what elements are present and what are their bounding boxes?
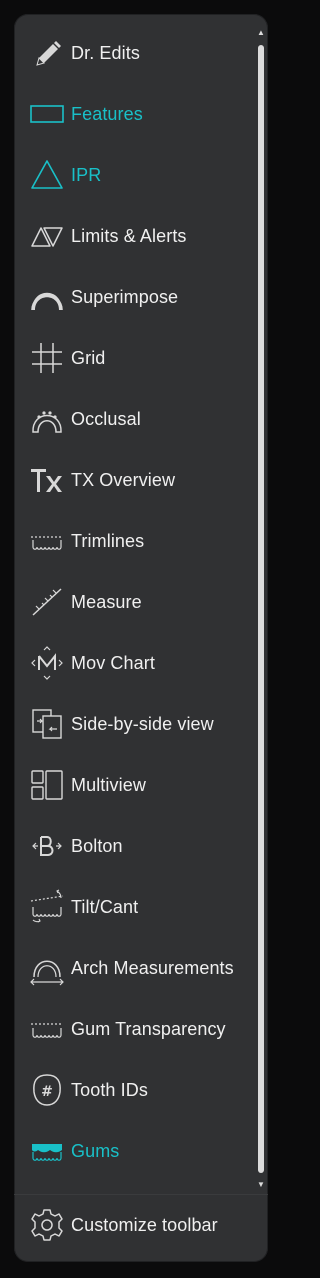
multiview-icon	[30, 767, 64, 803]
triangle-icon	[30, 157, 64, 193]
menu-item-arch-measurements[interactable]: Arch Measurements	[14, 940, 258, 996]
pencil-icon	[30, 35, 64, 71]
gum-transparency-icon	[30, 1011, 64, 1047]
menu-item-ipr[interactable]: IPR	[14, 147, 258, 203]
menu-item-limits-alerts[interactable]: Limits & Alerts	[14, 208, 258, 264]
limits-alerts-icon	[30, 218, 64, 254]
mov-chart-icon	[30, 645, 64, 681]
menu-item-label: Mov Chart	[71, 653, 155, 673]
svg-text:#: #	[41, 1084, 53, 1100]
side-by-side-icon	[30, 706, 64, 742]
ruler-icon	[30, 584, 64, 620]
menu-item-superimpose[interactable]: Superimpose	[14, 269, 258, 325]
menu-item-tilt-cant[interactable]: Tilt/Cant	[14, 879, 258, 935]
tooth-id-icon: #	[30, 1072, 64, 1108]
menu-item-tx-overview[interactable]: TX Overview	[14, 452, 258, 508]
menu-item-dr-edits[interactable]: Dr. Edits	[14, 25, 258, 81]
bolton-icon	[30, 828, 64, 864]
gums-icon	[30, 1133, 64, 1169]
rectangle-icon	[30, 96, 64, 132]
menu-item-label: Trimlines	[71, 531, 145, 551]
menu-scrollbar[interactable]: ▲ ▼	[257, 29, 265, 1189]
customize-toolbar-button[interactable]: Customize toolbar	[14, 1197, 268, 1251]
menu-item-label: IPR	[71, 165, 102, 185]
scroll-up-arrow-icon[interactable]: ▲	[257, 29, 265, 37]
scroll-thumb[interactable]	[258, 45, 264, 1173]
menu-item-label: Limits & Alerts	[71, 226, 187, 246]
menu-item-label: Grid	[71, 348, 106, 368]
menu-item-label: Tooth IDs	[71, 1080, 148, 1100]
superimpose-icon	[30, 279, 64, 315]
gear-icon	[30, 1207, 64, 1243]
tilt-cant-icon	[30, 889, 64, 925]
menu-item-occlusal[interactable]: Occlusal	[14, 391, 258, 447]
toolbar-panel: Dr. Edits Features IPR Limits & Alerts S…	[14, 14, 268, 1262]
menu-item-gum-transparency[interactable]: Gum Transparency	[14, 1001, 258, 1057]
grid-icon	[30, 340, 64, 376]
menu-item-trimlines[interactable]: Trimlines	[14, 513, 258, 569]
menu-item-label: Gums	[71, 1141, 120, 1161]
tx-overview-icon	[30, 462, 64, 498]
menu-item-grid[interactable]: Grid	[14, 330, 258, 386]
arch-measurements-icon	[30, 950, 64, 986]
scroll-down-arrow-icon[interactable]: ▼	[257, 1181, 265, 1189]
menu-item-bolton[interactable]: Bolton	[14, 818, 258, 874]
menu-item-label: Multiview	[71, 775, 146, 795]
menu-item-label: Arch Measurements	[71, 958, 234, 978]
occlusal-icon	[30, 401, 64, 437]
menu-item-multiview[interactable]: Multiview	[14, 757, 258, 813]
trimlines-icon	[30, 523, 64, 559]
menu-item-side-by-side-view[interactable]: Side-by-side view	[14, 696, 258, 752]
menu-item-label: Superimpose	[71, 287, 179, 307]
menu-item-label: Gum Transparency	[71, 1019, 226, 1039]
menu-item-label: Bolton	[71, 836, 123, 856]
menu-item-measure[interactable]: Measure	[14, 574, 258, 630]
menu-item-gums[interactable]: Gums	[14, 1123, 258, 1179]
menu-item-label: Features	[71, 104, 143, 124]
menu-item-features[interactable]: Features	[14, 86, 258, 142]
footer-divider	[14, 1194, 268, 1195]
menu-item-label: Measure	[71, 592, 142, 612]
menu-item-label: Side-by-side view	[71, 714, 214, 734]
menu-item-label: Tilt/Cant	[71, 897, 139, 917]
menu-item-tooth-ids[interactable]: # Tooth IDs	[14, 1062, 258, 1118]
menu-item-mov-chart[interactable]: Mov Chart	[14, 635, 258, 691]
customize-toolbar-label: Customize toolbar	[71, 1215, 218, 1235]
menu-item-label: Dr. Edits	[71, 43, 140, 63]
menu-item-label: Occlusal	[71, 409, 141, 429]
menu-item-label: TX Overview	[71, 470, 176, 490]
